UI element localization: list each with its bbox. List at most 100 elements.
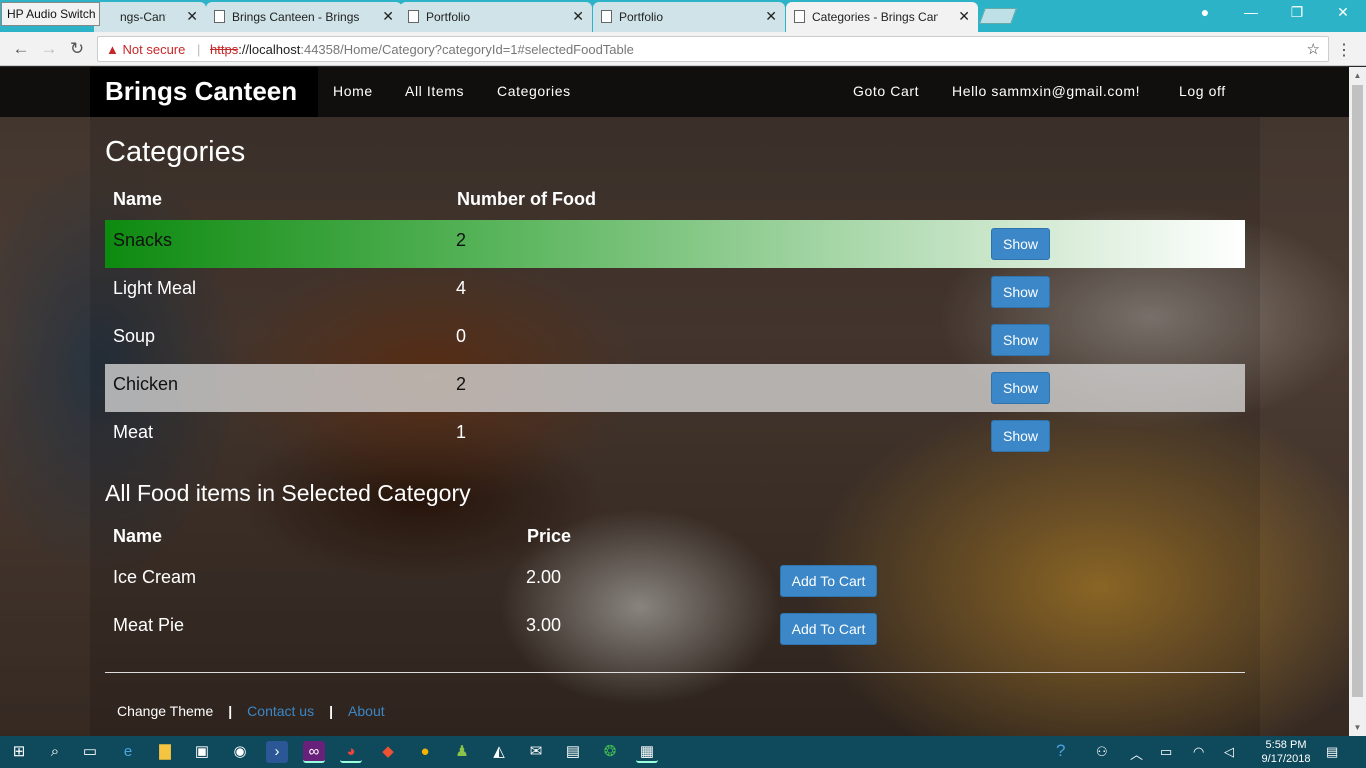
section-title: All Food items in Selected Category <box>105 480 471 506</box>
add-to-cart-button[interactable]: Add To Cart <box>780 613 877 645</box>
tab-label: Categories - Brings Cante <box>812 10 938 24</box>
category-name: Light Meal <box>113 278 197 298</box>
page-icon <box>794 10 805 23</box>
scroll-down-icon[interactable]: ▼ <box>1349 723 1366 732</box>
close-icon[interactable]: ✕ <box>186 8 198 25</box>
close-icon[interactable]: ✕ <box>382 8 394 25</box>
page-icon <box>214 10 225 23</box>
page-title: Categories <box>105 136 246 168</box>
powershell-icon[interactable]: › <box>266 741 288 763</box>
chevron-up-icon[interactable]: ︿ <box>1130 744 1143 763</box>
nav-goto-cart[interactable]: Goto Cart <box>853 83 919 99</box>
category-row[interactable]: Light Meal 4 Show <box>105 268 1245 316</box>
app-icon[interactable]: ❂ <box>599 741 621 763</box>
battery-icon[interactable]: ▭ <box>1160 744 1172 760</box>
browser-tab[interactable]: ngs-Canteen: I ✕ <box>94 2 206 32</box>
git-icon[interactable]: ◆ <box>377 741 399 763</box>
browser-menu-icon[interactable]: ⋮ <box>1336 40 1352 60</box>
browser-tab[interactable]: Brings Canteen - Brings C ✕ <box>206 2 402 32</box>
clock-date: 9/17/2018 <box>1261 753 1311 765</box>
audio-switch-overlay: HP Audio Switch <box>1 2 100 26</box>
about-link[interactable]: About <box>348 703 385 719</box>
media-icon[interactable]: ◉ <box>229 741 251 763</box>
food-header-name: Name <box>113 526 163 546</box>
back-icon[interactable]: ← <box>10 39 32 59</box>
contact-us-link[interactable]: Contact us <box>247 703 314 719</box>
warning-icon: ▲ <box>106 42 119 57</box>
reload-icon[interactable]: ↻ <box>66 39 88 59</box>
category-row-hover[interactable]: Chicken 2 Show <box>105 364 1245 412</box>
task-view-icon[interactable]: ▭ <box>79 741 101 763</box>
site-navbar: Brings Canteen Home All Items Categories… <box>0 67 1349 117</box>
divider: | <box>197 42 201 57</box>
nav-home[interactable]: Home <box>333 83 373 99</box>
category-count: 2 <box>456 230 467 250</box>
maximize-icon[interactable]: ❐ <box>1282 4 1312 21</box>
edge-icon[interactable]: e <box>117 741 139 763</box>
notifications-icon[interactable]: ▤ <box>1326 744 1338 760</box>
security-label[interactable]: Not secure <box>123 42 186 57</box>
wifi-icon[interactable]: ◠ <box>1193 744 1204 760</box>
clock[interactable]: 5:58 PM 9/17/2018 <box>1252 738 1320 766</box>
browser-tab[interactable]: Portfolio ✕ <box>400 2 592 32</box>
category-name: Snacks <box>113 230 173 250</box>
windows-start-icon[interactable]: ⊞ <box>8 741 30 763</box>
visual-studio-icon[interactable]: ∞ <box>303 741 325 763</box>
category-row[interactable]: Meat 1 Show <box>105 412 1245 460</box>
window-icon[interactable]: ▦ <box>636 741 658 763</box>
close-icon[interactable]: ✕ <box>572 8 584 25</box>
app-icon[interactable]: ● <box>414 741 436 763</box>
food-row: Ice Cream 2.00 Add To Cart <box>105 561 1245 609</box>
food-row: Meat Pie 3.00 Add To Cart <box>105 609 1245 657</box>
category-count: 0 <box>456 326 467 346</box>
tab-label: ngs-Canteen: I <box>120 10 166 24</box>
show-button[interactable]: Show <box>991 276 1050 308</box>
clock-time: 5:58 PM <box>1265 739 1307 751</box>
site-brand[interactable]: Brings Canteen <box>90 67 318 117</box>
category-count: 1 <box>456 422 467 442</box>
chrome-icon[interactable]: ◕ <box>340 741 362 763</box>
show-button[interactable]: Show <box>991 324 1050 356</box>
show-button[interactable]: Show <box>991 228 1050 260</box>
document-icon[interactable]: ▤ <box>562 741 584 763</box>
scrollbar-thumb[interactable] <box>1352 85 1363 697</box>
browser-tab-active[interactable]: Categories - Brings Cante ✕ <box>786 2 978 32</box>
page-viewport: Brings Canteen Home All Items Categories… <box>0 67 1349 736</box>
android-icon[interactable]: ♟ <box>451 741 473 763</box>
show-button[interactable]: Show <box>991 372 1050 404</box>
unity-icon[interactable]: ◭ <box>488 741 510 763</box>
category-row-selected[interactable]: Snacks 2 Show <box>105 220 1245 268</box>
url-host: ://localhost <box>238 42 301 57</box>
table-header-name: Name <box>113 189 163 209</box>
food-price: 3.00 <box>526 615 562 635</box>
new-tab-button[interactable] <box>979 8 1017 24</box>
url-field[interactable]: ▲ Not secure | https://localhost:44358/H… <box>97 36 1329 62</box>
volume-icon[interactable]: ◁ <box>1224 744 1234 760</box>
search-icon[interactable]: ⌕ <box>44 741 66 763</box>
nav-all-items[interactable]: All Items <box>405 83 464 99</box>
nav-log-off[interactable]: Log off <box>1179 83 1226 99</box>
nav-user-greeting[interactable]: Hello sammxin@gmail.com! <box>952 83 1140 99</box>
add-to-cart-button[interactable]: Add To Cart <box>780 565 877 597</box>
people-icon[interactable]: ⚇ <box>1096 744 1108 760</box>
change-theme-link[interactable]: Change Theme <box>117 703 213 719</box>
nav-categories[interactable]: Categories <box>497 83 571 99</box>
minimize-icon[interactable]: — <box>1236 4 1266 20</box>
bookmark-star-icon[interactable]: ☆ <box>1307 40 1320 58</box>
profile-icon[interactable]: ● <box>1190 4 1220 20</box>
category-row[interactable]: Soup 0 Show <box>105 316 1245 364</box>
show-button[interactable]: Show <box>991 420 1050 452</box>
mail-icon[interactable]: ✉ <box>525 741 547 763</box>
browser-tab[interactable]: Portfolio ✕ <box>593 2 785 32</box>
category-name: Meat <box>113 422 154 442</box>
store-icon[interactable]: ▣ <box>191 741 213 763</box>
close-icon[interactable]: ✕ <box>958 8 970 25</box>
file-explorer-icon[interactable]: ▇ <box>154 741 176 763</box>
scroll-up-icon[interactable]: ▲ <box>1349 71 1366 80</box>
forward-icon[interactable]: → <box>38 39 60 59</box>
close-icon[interactable]: ✕ <box>765 8 777 25</box>
vertical-scrollbar[interactable]: ▲ ▼ <box>1349 67 1366 736</box>
close-window-icon[interactable]: ✕ <box>1328 4 1358 21</box>
food-name: Meat Pie <box>113 615 185 635</box>
help-icon[interactable]: ? <box>1056 741 1065 761</box>
